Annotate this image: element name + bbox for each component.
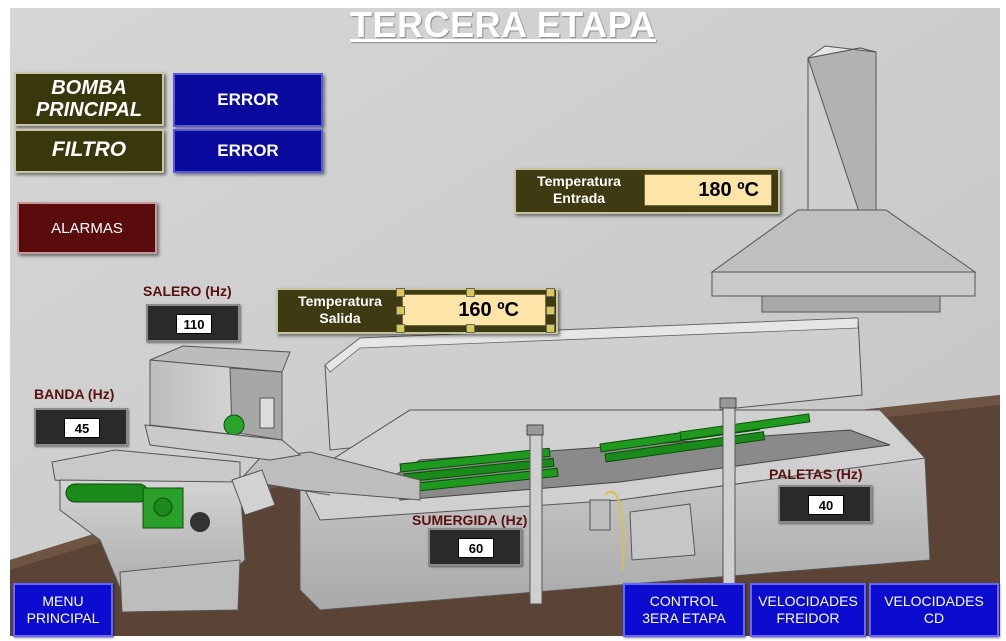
selection-handle <box>466 324 475 333</box>
salero-speed-value[interactable]: 110 <box>176 314 212 334</box>
banda-label: BANDA (Hz) <box>34 386 115 402</box>
velocidades-freidor-button[interactable]: VELOCIDADES FREIDOR <box>750 583 866 637</box>
paletas-speed-display: 40 <box>778 485 872 523</box>
velocidades-cd-button[interactable]: VELOCIDADES CD <box>869 583 999 637</box>
temp-salida-panel: Temperatura Salida 160 ºC <box>276 288 558 334</box>
page-title: TERCERA ETAPA <box>350 4 656 45</box>
selection-handle <box>466 288 475 297</box>
banda-speed-value[interactable]: 45 <box>64 418 100 438</box>
temp-entrada-panel: Temperatura Entrada 180 ºC <box>514 168 780 214</box>
banda-speed-display: 45 <box>34 408 128 446</box>
bomba-principal-status: ERROR <box>173 73 323 127</box>
scada-screen: TERCERA ETAPA BOMBA PRINCIPAL ERROR FILT… <box>0 0 1006 641</box>
temp-salida-value[interactable]: 160 ºC <box>402 294 546 326</box>
salero-label: SALERO (Hz) <box>143 283 232 299</box>
paletas-label: PALETAS (Hz) <box>769 466 863 482</box>
filtro-label: FILTRO <box>14 129 164 173</box>
sumergida-speed-display: 60 <box>428 528 522 566</box>
control-3era-etapa-button[interactable]: CONTROL 3ERA ETAPA <box>623 583 745 637</box>
sumergida-speed-value[interactable]: 60 <box>458 538 494 558</box>
menu-principal-button[interactable]: MENU PRINCIPAL <box>13 583 113 637</box>
fryer-body <box>299 317 931 611</box>
salt-hopper <box>144 345 302 461</box>
salero-speed-display: 110 <box>146 304 240 342</box>
selection-handle <box>396 306 405 315</box>
paletas-speed-value[interactable]: 40 <box>808 495 844 515</box>
alarmas-button[interactable]: ALARMAS <box>17 202 157 254</box>
selection-handle <box>396 288 405 297</box>
selection-handle <box>546 288 555 297</box>
temp-entrada-label: Temperatura Entrada <box>537 173 621 206</box>
selection-handle <box>396 324 405 333</box>
selection-handle <box>546 324 555 333</box>
temp-entrada-value: 180 ºC <box>644 174 772 206</box>
sumergida-label: SUMERGIDA (Hz) <box>412 512 528 528</box>
temp-salida-label: Temperatura Salida <box>298 293 382 326</box>
bomba-principal-label: BOMBA PRINCIPAL <box>14 72 164 126</box>
selection-handle <box>546 306 555 315</box>
filtro-status: ERROR <box>173 129 323 173</box>
